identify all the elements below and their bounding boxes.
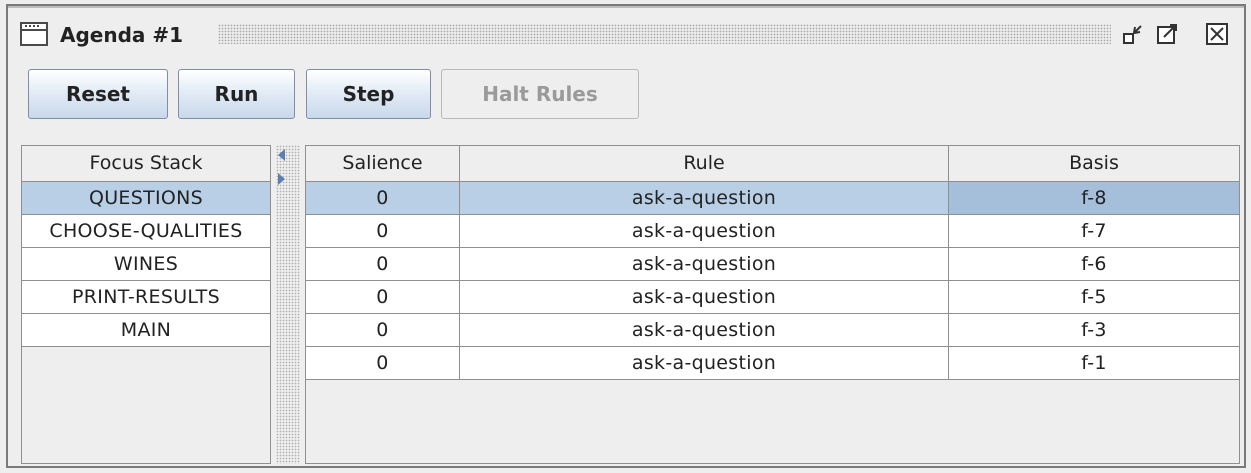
close-icon[interactable] bbox=[1205, 22, 1229, 46]
focus-stack-item[interactable]: QUESTIONS bbox=[22, 182, 270, 215]
rule-cell: ask-a-question bbox=[460, 215, 949, 247]
agenda-header-row: Salience Rule Basis bbox=[306, 146, 1239, 182]
rule-cell: ask-a-question bbox=[460, 314, 949, 346]
salience-column-header[interactable]: Salience bbox=[306, 146, 460, 181]
focus-stack-item[interactable]: WINES bbox=[22, 248, 270, 281]
table-row[interactable]: 0 ask-a-question f-8 bbox=[306, 182, 1239, 215]
title-bar-drag-area[interactable] bbox=[218, 24, 1111, 44]
basis-column-header[interactable]: Basis bbox=[949, 146, 1239, 181]
table-row[interactable]: 0 ask-a-question f-7 bbox=[306, 215, 1239, 248]
maximize-icon[interactable] bbox=[1156, 22, 1180, 46]
salience-cell: 0 bbox=[306, 281, 460, 313]
basis-cell: f-1 bbox=[1081, 352, 1107, 374]
table-row[interactable]: 0 ask-a-question f-5 bbox=[306, 281, 1239, 314]
window-icon bbox=[20, 22, 48, 46]
focus-stack-item[interactable]: PRINT-RESULTS bbox=[22, 281, 270, 314]
table-row[interactable]: 0 ask-a-question f-1 bbox=[306, 347, 1239, 380]
collapse-right-arrow-icon[interactable] bbox=[278, 173, 285, 185]
focus-stack-item[interactable]: MAIN bbox=[22, 314, 270, 347]
reset-button[interactable]: Reset bbox=[28, 69, 168, 119]
focus-stack-header[interactable]: Focus Stack bbox=[22, 146, 270, 182]
window-title: Agenda #1 bbox=[60, 23, 184, 47]
step-button[interactable]: Step bbox=[306, 69, 431, 119]
rule-cell: ask-a-question bbox=[460, 248, 949, 280]
salience-cell: 0 bbox=[306, 248, 460, 280]
salience-cell: 0 bbox=[306, 347, 460, 379]
run-button[interactable]: Run bbox=[178, 69, 295, 119]
collapse-left-arrow-icon[interactable] bbox=[278, 149, 285, 161]
basis-cell: f-6 bbox=[1081, 253, 1107, 275]
halt-rules-button: Halt Rules bbox=[441, 69, 639, 119]
basis-cell: f-3 bbox=[1081, 319, 1107, 341]
rule-cell: ask-a-question bbox=[460, 281, 949, 313]
salience-cell: 0 bbox=[306, 314, 460, 346]
agenda-table: Salience Rule Basis 0 ask-a-question f-8… bbox=[305, 145, 1240, 464]
minimize-icon[interactable] bbox=[1122, 22, 1146, 46]
rule-column-header[interactable]: Rule bbox=[460, 146, 949, 181]
split-pane-divider[interactable] bbox=[276, 145, 300, 464]
basis-cell: f-7 bbox=[1081, 220, 1107, 242]
table-row[interactable]: 0 ask-a-question f-3 bbox=[306, 314, 1239, 347]
basis-cell: f-5 bbox=[1081, 286, 1107, 308]
basis-cell: f-8 bbox=[949, 182, 1239, 214]
focus-stack-item[interactable]: CHOOSE-QUALITIES bbox=[22, 215, 270, 248]
focus-stack-table: Focus Stack QUESTIONS CHOOSE-QUALITIES W… bbox=[21, 145, 271, 464]
rule-cell: ask-a-question bbox=[460, 182, 949, 214]
table-row[interactable]: 0 ask-a-question f-6 bbox=[306, 248, 1239, 281]
salience-cell: 0 bbox=[306, 182, 460, 214]
salience-cell: 0 bbox=[306, 215, 460, 247]
rule-cell: ask-a-question bbox=[460, 347, 949, 379]
